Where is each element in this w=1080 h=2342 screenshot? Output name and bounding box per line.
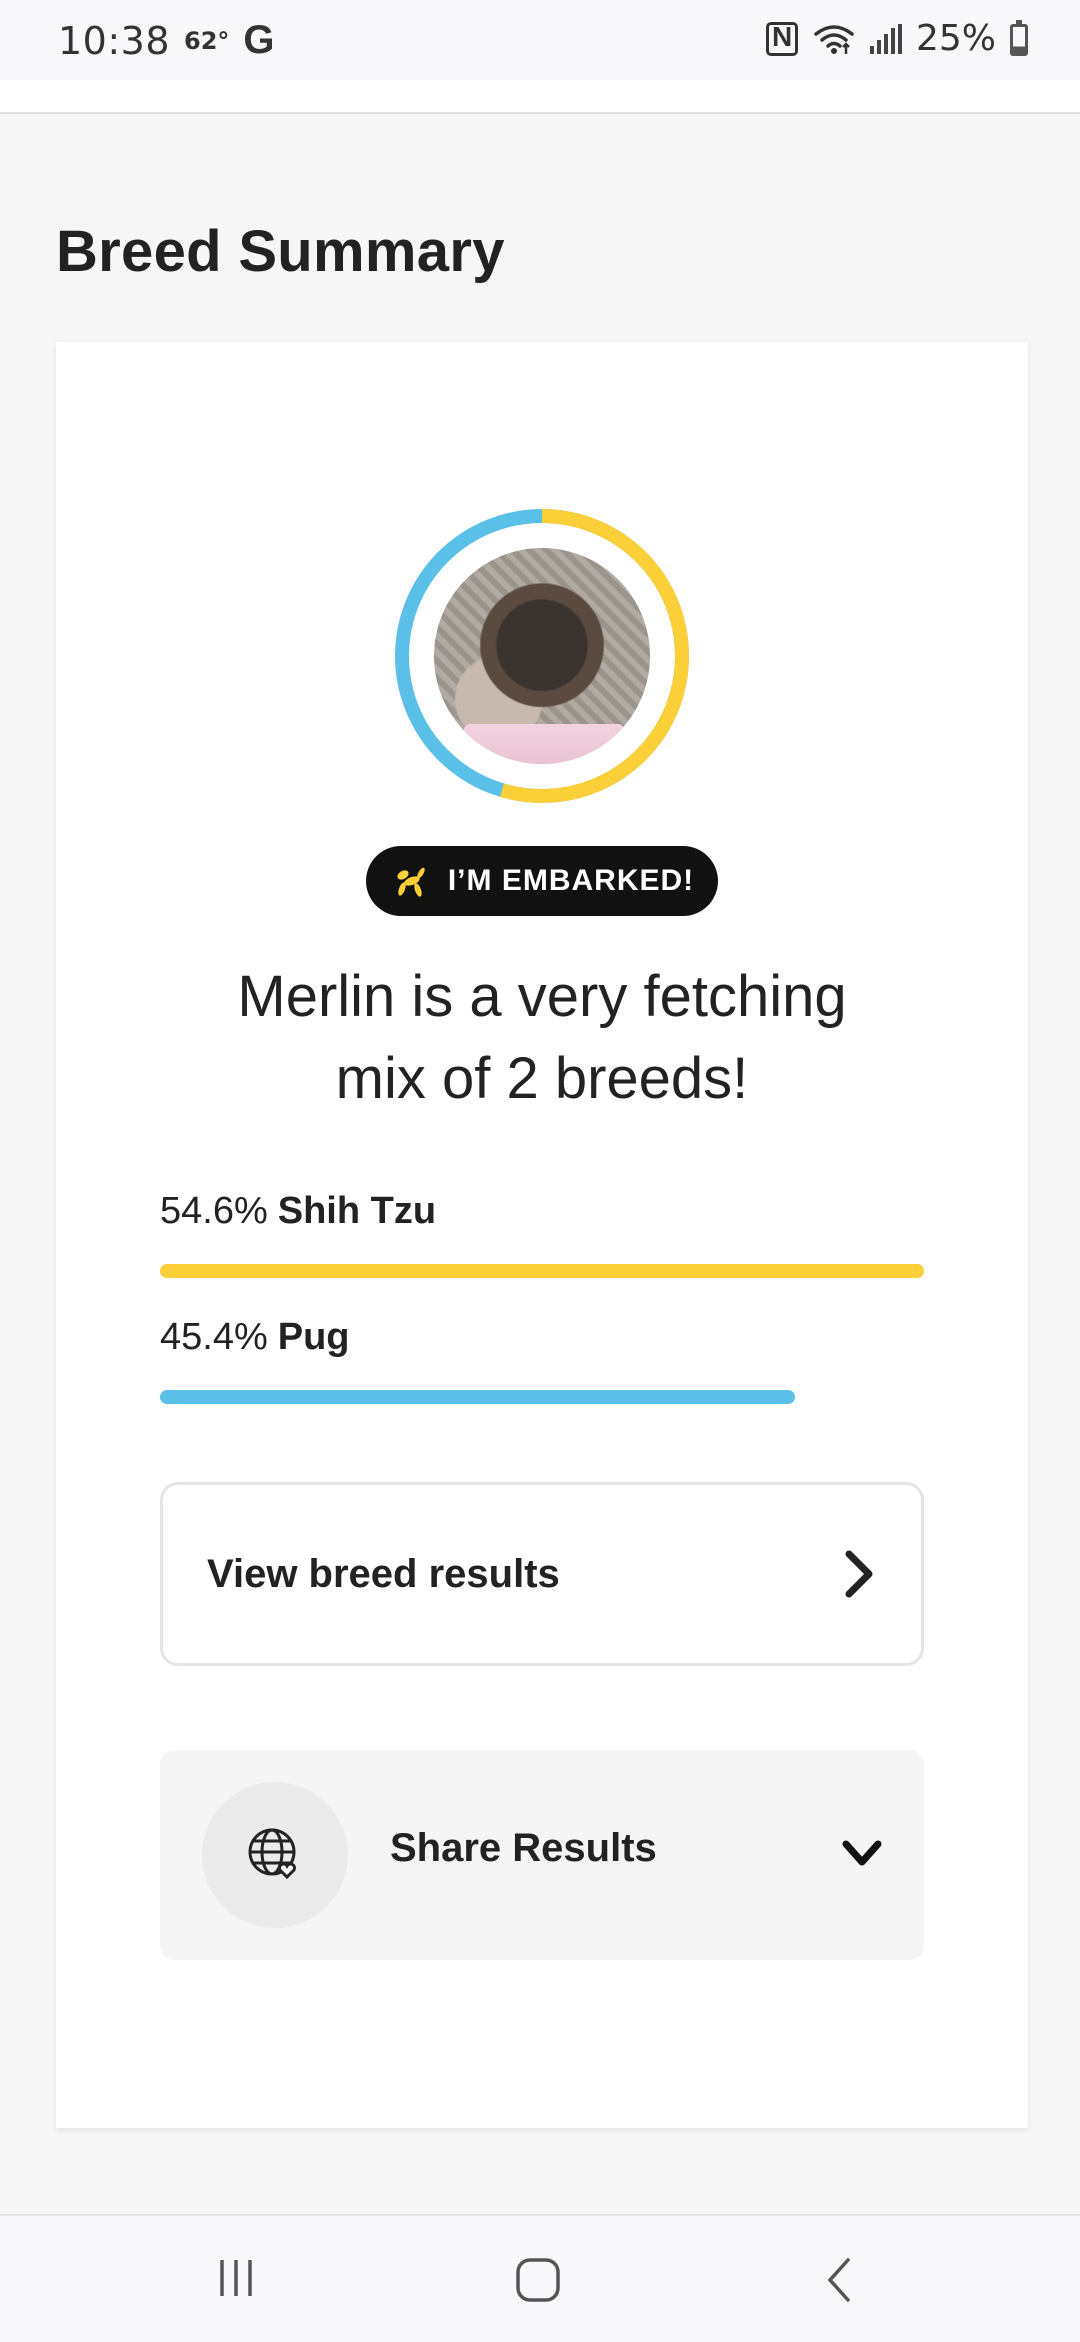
balloon-dog-icon: [397, 867, 425, 897]
breed-summary-card: I’M EMBARKED! Merlin is a very fetching …: [56, 342, 1028, 2128]
breed-bar-fill: [160, 1390, 796, 1404]
breed-row-shih-tzu: 54.6% Shih Tzu: [160, 1190, 924, 1278]
home-icon[interactable]: [514, 2256, 562, 2304]
back-icon[interactable]: [822, 2256, 856, 2304]
google-icon: G: [243, 18, 275, 62]
headline-line-2: mix of 2 breeds!: [335, 1046, 749, 1111]
view-breed-results-button[interactable]: View breed results: [160, 1482, 924, 1666]
chevron-down-icon: [842, 1840, 882, 1866]
breed-bar-track: [160, 1390, 924, 1404]
badge-label: I’M EMBARKED!: [447, 864, 695, 897]
temperature: 62°: [184, 26, 230, 55]
breed-bar-fill: [160, 1264, 924, 1278]
headline-line-1: Merlin is a very fetching: [237, 964, 847, 1029]
system-nav-bar: [0, 2214, 1080, 2342]
status-left: 10:38 62° G: [58, 18, 275, 63]
breed-row-pug: 45.4% Pug: [160, 1316, 924, 1404]
breed-label: 54.6% Shih Tzu: [160, 1190, 924, 1233]
globe-heart-icon: [248, 1828, 296, 1880]
battery-percent: 25%: [915, 18, 996, 59]
breed-headline: Merlin is a very fetching mix of 2 breed…: [116, 956, 968, 1120]
breed-bar-track: [160, 1264, 924, 1278]
page-title: Breed Summary: [56, 219, 505, 284]
breed-ring-avatar: [394, 508, 690, 804]
clock-time: 10:38: [58, 18, 171, 63]
battery-icon: [1010, 19, 1028, 56]
status-bar: 10:38 62° G 25%: [0, 0, 1080, 80]
status-right: 25%: [765, 18, 1028, 59]
app-bar-strip: [0, 80, 1080, 114]
share-results-label: Share Results: [390, 1826, 657, 1870]
share-results-accordion[interactable]: Share Results: [160, 1750, 924, 1960]
dog-photo: [434, 548, 650, 764]
view-breed-results-label: View breed results: [207, 1551, 560, 1596]
chevron-right-icon: [845, 1550, 873, 1598]
breed-name: Pug: [277, 1316, 350, 1358]
embarked-badge: I’M EMBARKED!: [366, 846, 718, 916]
breed-label: 45.4% Pug: [160, 1316, 924, 1359]
breed-percent: 45.4%: [160, 1316, 268, 1358]
breed-percent: 54.6%: [160, 1190, 268, 1232]
recent-apps-icon[interactable]: [214, 2256, 258, 2300]
signal-icon: [869, 23, 902, 54]
nfc-icon: [765, 21, 798, 56]
breed-name: Shih Tzu: [277, 1190, 437, 1232]
share-icon-circle: [202, 1782, 348, 1928]
wifi-icon: [814, 24, 854, 54]
